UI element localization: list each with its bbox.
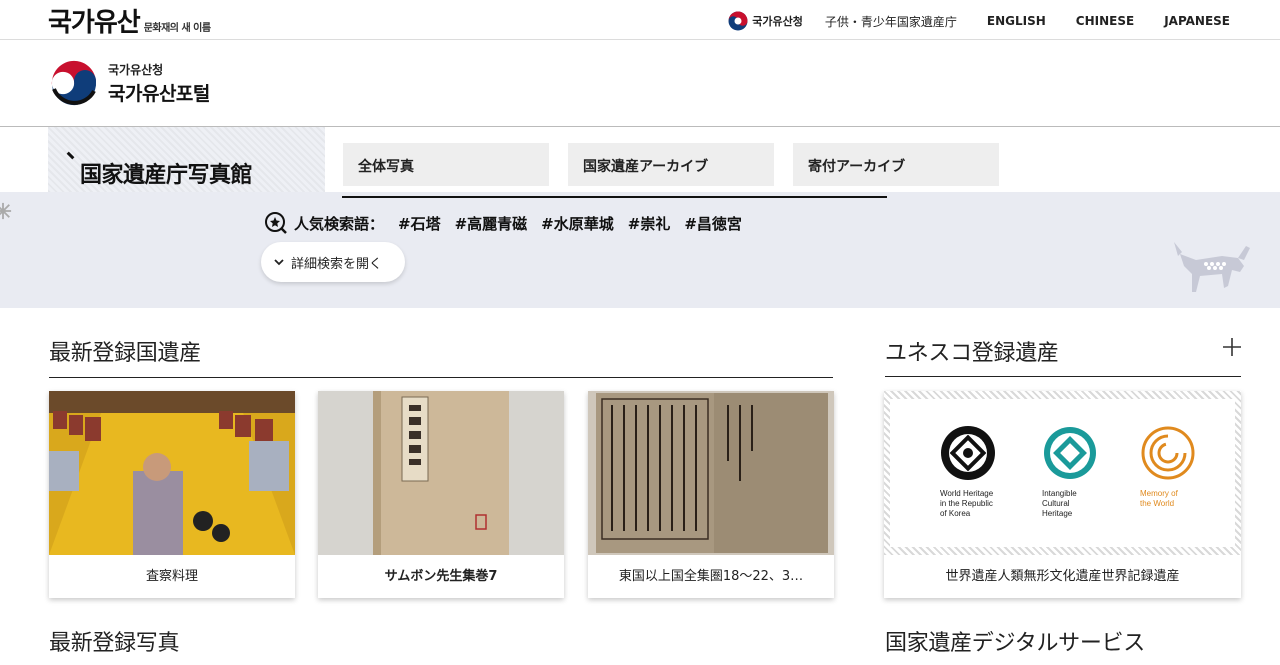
manuscript-image [588,391,834,555]
japanese-link[interactable]: JAPANESE [1164,14,1230,28]
card-caption: サムボン先生集巻7 [384,569,498,584]
kids-link[interactable]: 子供・青少年国家遺産庁 [825,13,957,30]
tab-all-photos[interactable]: 全体写真 [343,143,549,186]
portal-logo[interactable]: 국가유산청 국가유산포털 [48,57,210,109]
tab-heritage-archive[interactable]: 国家遺産アーカイブ [568,143,774,186]
unesco-card[interactable]: World Heritage in the Republic of Korea In… [884,391,1241,598]
star-search-icon [265,212,287,234]
digital-services-title: 国家遺産デジタルサービス [885,631,1145,656]
unesco-divider [885,376,1241,377]
card-thumb-book [318,391,564,555]
heritage-card-2[interactable]: サムボン先生集巻7 [318,391,564,598]
memory-of-world-logo: Memory of the World [1140,425,1230,509]
search-band: 人気検索語： #石塔 #高麗青磁 #水原華城 #崇礼 #昌徳宮 詳細検索を開く [0,192,1280,308]
heritage-card-1[interactable]: 査察料理 [49,391,295,598]
taeguk-icon [728,11,748,31]
top-links: 국가유산청 子供・青少年国家遺産庁 ENGLISH CHINESE JAPANE… [728,11,1230,31]
old-book-image [318,391,564,555]
brand-sub: 문화재의 새 이름 [143,23,211,34]
card-thumb-manuscript [588,391,834,555]
advanced-search-label: 詳細検索を開く [291,256,383,272]
title-tick-mark [66,146,80,160]
world-heritage-icon [941,426,995,480]
agency-link-label: 국가유산청 [752,15,803,28]
advanced-search-button[interactable]: 詳細検索を開く [261,242,405,282]
logo-agency: 국가유산청 [108,62,164,77]
intangible-heritage-icon [1044,427,1096,479]
card-caption: 東国以上国全集圏18〜22、3… [618,569,804,584]
header: 국가유산청 국가유산포털 [0,40,1280,127]
brand-link[interactable]: 국가유산 문화재의 새 이름 [48,2,211,39]
brand-main: 국가유산 [48,8,141,38]
popular-label: 人気検索語： [294,214,385,233]
latest-photos-title: 最新登録写真 [49,631,180,656]
unesco-caption: 世界遺産人類無形文化遺産世界記録遺産 [945,569,1180,584]
tag-goryeo-celadon[interactable]: #高麗青磁 [455,213,528,234]
world-heritage-logo: World Heritage in the Republic of Korea [940,425,1030,519]
latest-heritage-divider [49,377,833,378]
tag-changdeokgung[interactable]: #昌徳宮 [684,213,742,234]
chinese-link[interactable]: CHINESE [1076,14,1134,28]
deer-deco-icon [1174,242,1250,292]
intangible-heritage-logo: Intangible Cultural Heritage [1042,425,1132,519]
logo-portal: 국가유산포털 [108,82,210,105]
unesco-title: ユネスコ登録遺産 [885,341,1059,366]
english-link[interactable]: ENGLISH [987,14,1046,28]
plus-icon [1223,338,1241,356]
monks-meal-image [49,391,295,555]
gallery-title: 国家遺産庁写真館 [80,163,253,188]
popular-keywords: 人気検索語： #石塔 #高麗青磁 #水原華城 #崇礼 #昌徳宮 [264,211,756,235]
unesco-more-button[interactable] [1220,336,1244,360]
tag-hwaseong[interactable]: #水原華城 [541,213,614,234]
intangible-heritage-label: Intangible Cultural Heritage [1042,489,1077,518]
flower-deco-icon [0,202,12,220]
tab-donation-archive[interactable]: 寄付アーカイブ [793,143,999,186]
memory-of-world-label: Memory of the World [1140,489,1178,508]
menu-underline [342,196,887,198]
taeguk-logo-icon [50,59,98,107]
top-bar: 국가유산 문화재의 새 이름 국가유산청 子供・青少年国家遺産庁 ENGLISH… [0,0,1280,40]
tag-stone-pagoda[interactable]: #石塔 [398,213,441,234]
latest-heritage-title: 最新登録国遺産 [49,341,201,366]
memory-of-world-icon [1141,426,1195,480]
unesco-logos: World Heritage in the Republic of Korea In… [890,399,1235,547]
chevron-down-icon [274,259,284,266]
unesco-image-frame: World Heritage in the Republic of Korea In… [884,391,1241,555]
tag-sungnyemun[interactable]: #崇礼 [628,213,671,234]
gallery-title-block: 国家遺産庁写真館 [48,127,325,192]
heritage-card-3[interactable]: 東国以上国全集圏18〜22、3… [588,391,834,598]
card-caption: 査察料理 [145,569,198,584]
agency-link[interactable]: 국가유산청 [728,11,803,31]
card-thumb-monks [49,391,295,555]
world-heritage-label: World Heritage in the Republic of Korea [940,489,994,518]
